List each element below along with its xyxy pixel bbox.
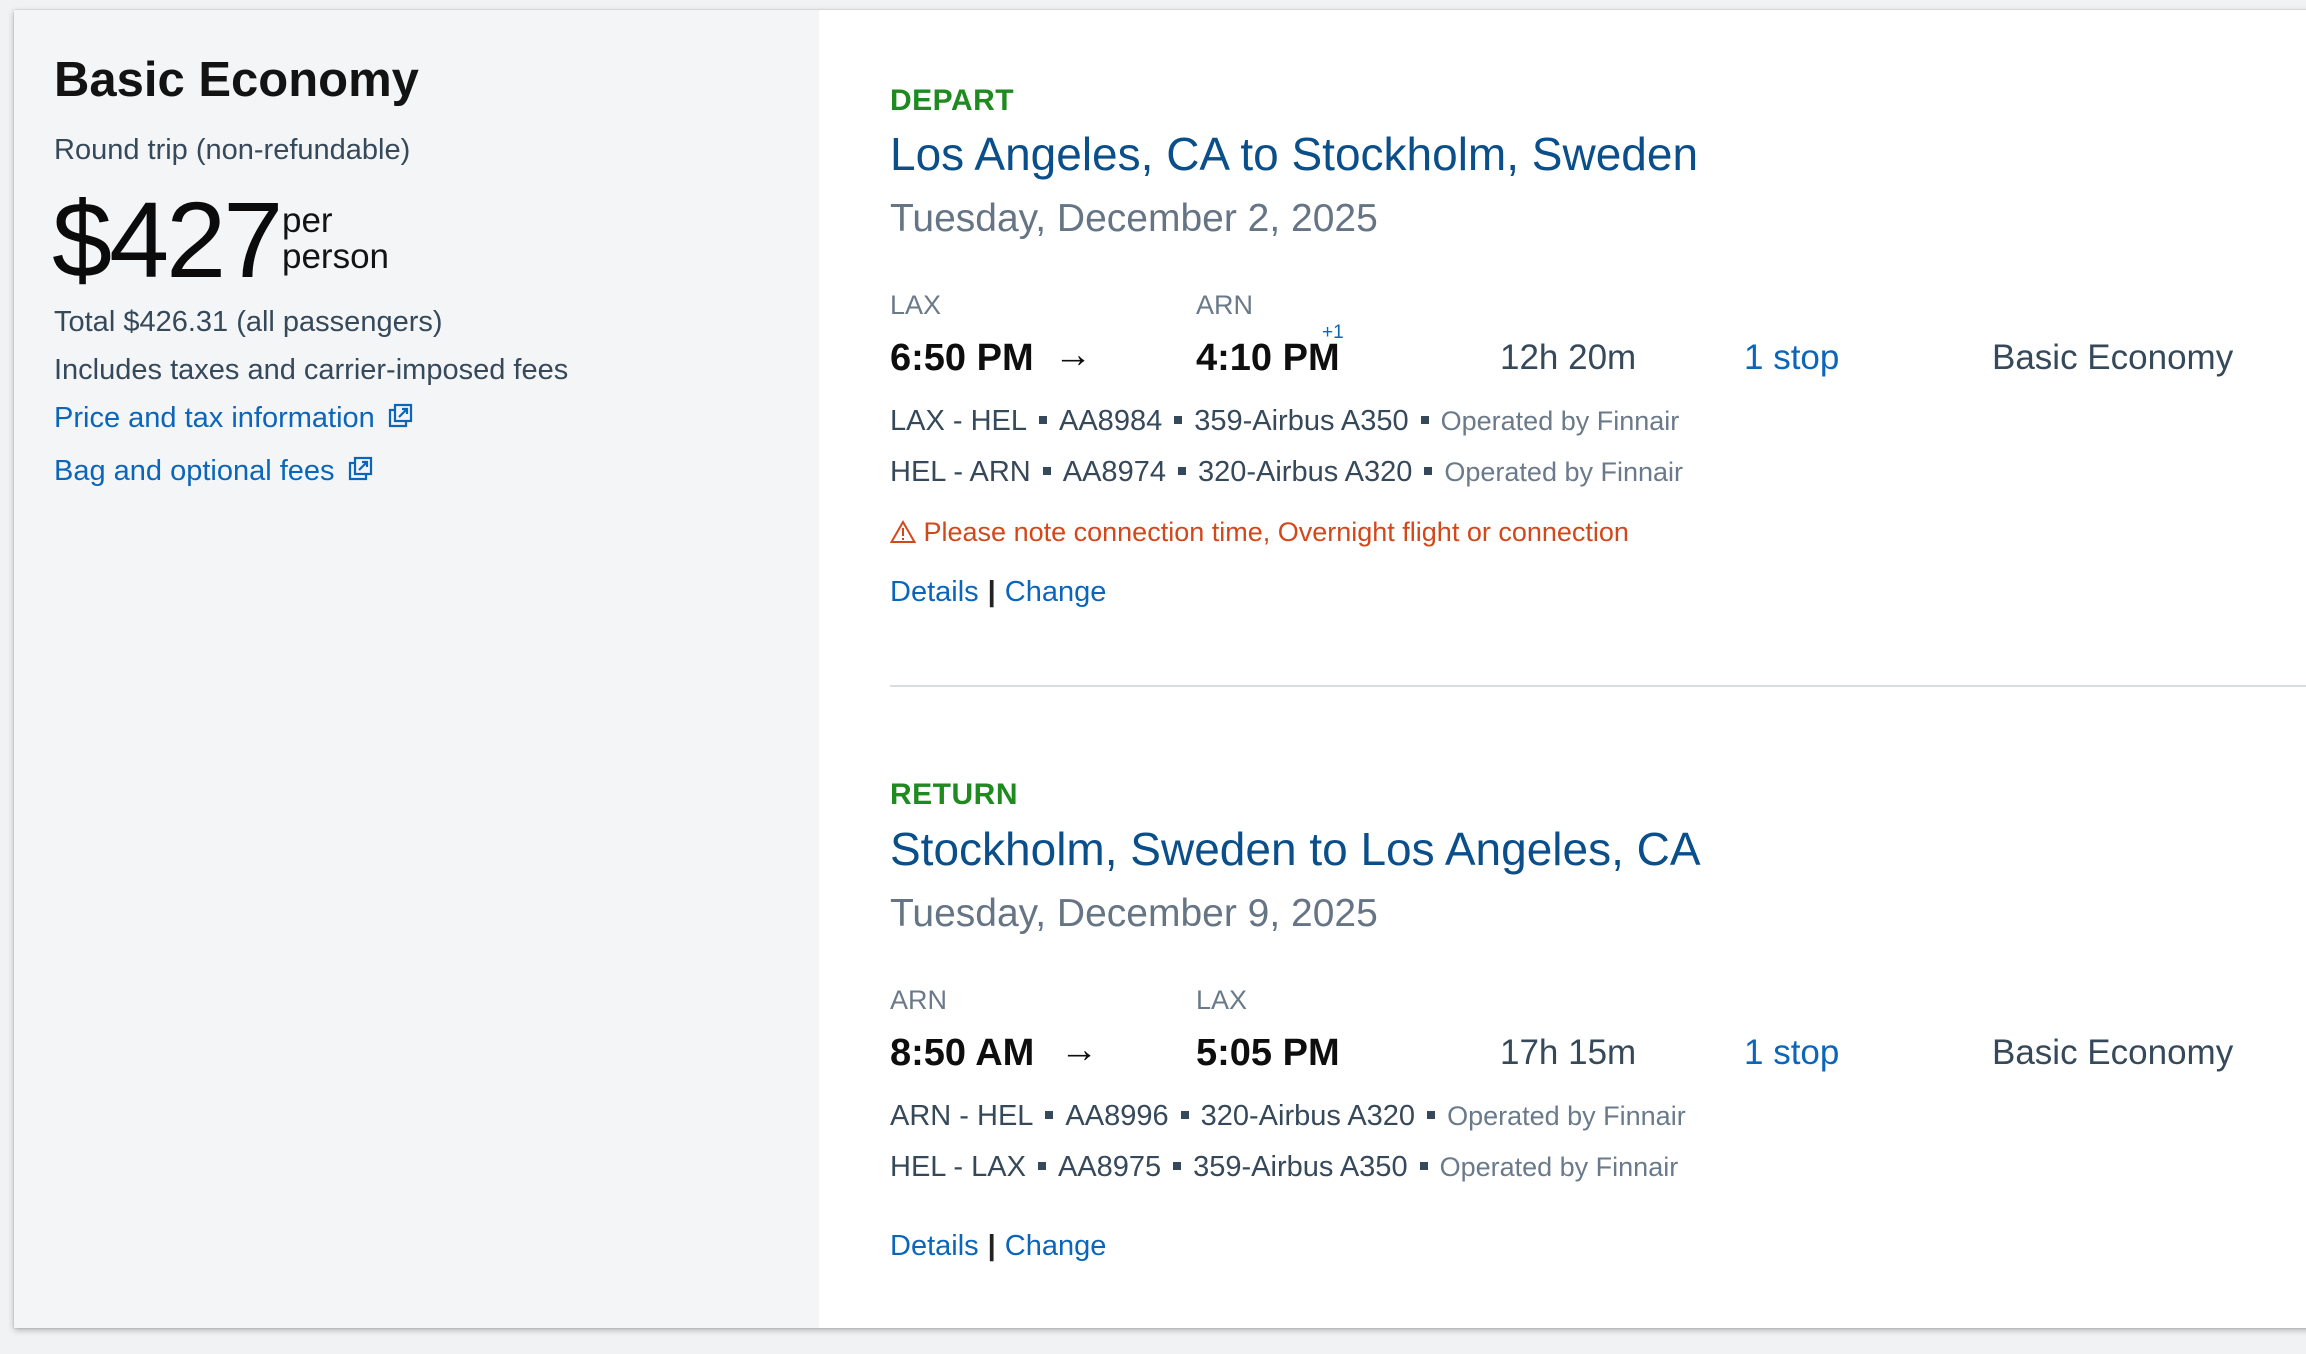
return-label: RETURN [890,778,1018,811]
return-stops-link[interactable]: 1 stop [1744,1033,1839,1073]
return-details-link[interactable]: Details [890,1230,979,1262]
segment-operator: Operated by Finnair [1440,406,1680,436]
bullet-icon [1420,415,1429,424]
return-actions: Details | Change [890,1230,1106,1263]
arrive-time: 4:10 PM [1196,337,1340,379]
price-per-person: $427 [52,179,283,300]
depart-label: DEPART [890,84,1015,117]
price-tax-info-label: Price and tax information [54,402,375,434]
depart-details-link[interactable]: Details [890,576,979,608]
segment-row: LAX - HEL AA8984 359-Airbus A350 Operated b… [890,405,1679,438]
bullet-icon [1424,466,1433,475]
section-divider [890,685,2306,687]
external-link-icon [387,402,415,438]
arrow-right-icon: → [1060,1029,1098,1071]
segment-operator: Operated by Finnair [1444,457,1684,487]
connection-warning: Please note connection time, Overnight f… [889,517,1629,548]
segment-aircraft: 320-Airbus A320 [1197,456,1413,488]
arrow-right-icon: → [1054,334,1092,376]
separator: | [987,1230,996,1262]
bullet-icon [1174,415,1183,424]
total-price: Total $426.31 (all passengers) [54,306,443,338]
bullet-icon [1427,1110,1436,1119]
segment-row: ARN - HEL AA8996 320-Airbus A320 Operated b… [890,1100,1686,1133]
segment-flight: AA8996 [1065,1100,1169,1132]
segment-aircraft: 359-Airbus A350 [1193,1151,1408,1183]
warning-text: Please note connection time, Overnight f… [923,517,1629,547]
bullet-icon [1419,1161,1428,1170]
trip-type: Round trip (non-refundable) [54,134,411,166]
bullet-icon [1039,415,1047,424]
depart-change-link[interactable]: Change [1005,576,1107,608]
depart-date: Tuesday, December 2, 2025 [890,197,1378,240]
bullet-icon [1180,1110,1189,1119]
bullet-icon [1177,466,1186,475]
segment-flight: AA8984 [1059,405,1163,437]
return-duration: 17h 15m [1500,1033,1637,1072]
segment-row: HEL - ARN AA8974 320-Airbus A320 Operated b… [890,456,1683,489]
taxes-note: Includes taxes and carrier-imposed fees [54,354,569,386]
segment-operator: Operated by Finnair [1439,1152,1679,1182]
depart-origin-code: LAX [890,290,942,320]
return-arrive-time: 5:05 PM [1196,1032,1340,1074]
depart-route-title: Los Angeles, CA to Stockholm, Sweden [890,128,1699,180]
segment-row: HEL - LAX AA8975 359-Airbus A350 Operated b… [890,1151,1678,1184]
segment-route: HEL - LAX [890,1151,1026,1183]
bullet-icon [1037,1161,1046,1170]
per-person-label: per person [282,203,389,275]
return-cabin: Basic Economy [1992,1033,2234,1072]
warning-triangle-icon [889,517,917,547]
return-origin-code: ARN [890,985,948,1015]
segment-route: LAX - HEL [890,405,1027,437]
person-label: person [282,237,390,276]
price-tax-info-link[interactable]: Price and tax information [54,402,415,438]
per-label: per [282,201,333,240]
segment-route: ARN - HEL [890,1100,1034,1132]
return-destination-code: LAX [1196,985,1248,1015]
bullet-icon [1045,1110,1054,1119]
bullet-icon [1042,466,1051,475]
segment-flight: AA8974 [1062,456,1166,488]
segment-aircraft: 359-Airbus A350 [1194,405,1409,437]
return-route-title: Stockholm, Sweden to Los Angeles, CA [890,823,1701,875]
depart-duration: 12h 20m [1500,338,1637,377]
fare-summary-panel: Basic Economy Round trip (non-refundable… [14,10,819,1328]
depart-cabin: Basic Economy [1992,338,2234,377]
depart-destination-code: ARN [1196,290,1254,320]
segment-operator: Operated by Finnair [1447,1101,1686,1131]
bag-fees-label: Bag and optional fees [54,455,335,487]
fare-card: Basic Economy Round trip (non-refundable… [14,10,2306,1328]
segment-route: HEL - ARN [890,456,1031,488]
depart-stops-link[interactable]: 1 stop [1744,338,1839,378]
return-change-link[interactable]: Change [1005,1230,1107,1262]
external-link-icon [347,455,375,491]
depart-actions: Details | Change [890,576,1106,609]
bullet-icon [1173,1161,1182,1170]
bag-fees-link[interactable]: Bag and optional fees [54,455,375,491]
segment-aircraft: 320-Airbus A320 [1200,1100,1416,1132]
segment-flight: AA8975 [1057,1151,1162,1183]
return-depart-time: 8:50 AM [890,1032,1035,1074]
fare-title: Basic Economy [54,53,419,107]
depart-time: 6:50 PM [890,337,1034,379]
separator: | [987,576,996,608]
day-offset-badge: +1 [1322,322,1344,343]
return-date: Tuesday, December 9, 2025 [890,892,1378,935]
